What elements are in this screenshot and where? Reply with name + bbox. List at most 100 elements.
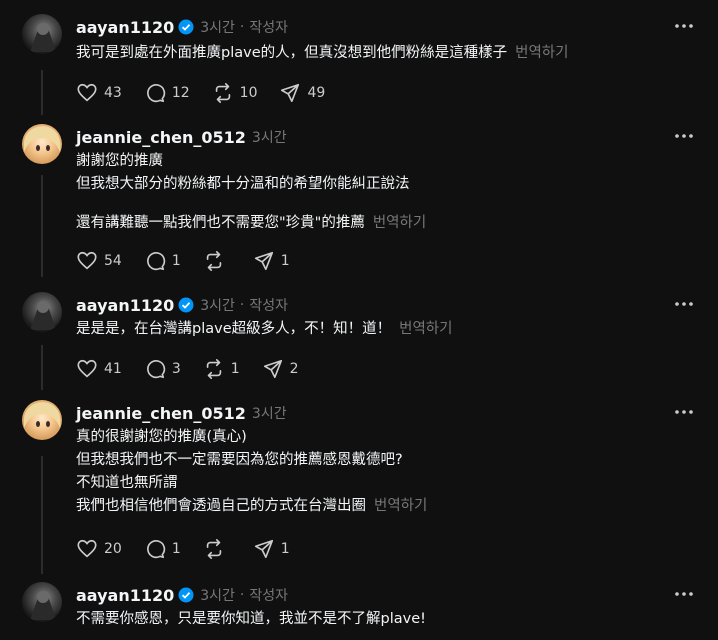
repost-icon [206,251,221,271]
comment-button[interactable]: 3 [144,358,181,380]
action-bar: 54 1 1 [76,250,312,272]
more-options-icon[interactable] [674,132,694,140]
author-badge: 작성자 [249,588,289,604]
post-time: 3시간 [251,130,287,146]
meta-separator: · [239,19,245,35]
send-icon [254,251,273,271]
share-count: 1 [280,253,290,269]
thread-line [41,70,43,115]
share-button[interactable]: 1 [253,250,290,272]
share-button[interactable]: 2 [262,358,299,380]
verified-badge-icon [178,19,194,35]
share-count: 1 [280,541,290,557]
heart-icon [77,83,97,102]
like-count: 43 [104,85,122,101]
comment-icon [146,360,165,379]
post-line: 我們也相信他們會透過自己的方式在台灣出圈 [76,498,366,514]
post-time: 3시간 [251,406,287,422]
meta-separator: · [239,297,245,313]
repost-button[interactable]: 10 [212,82,258,104]
post-text: 是是是，在台灣講plave超級多人，不！知！道！ 번역하기 [76,318,453,341]
post-time: 3시간 [200,20,235,36]
avatar[interactable] [22,400,62,440]
post-line: 但我想我們也不一定需要因為您的推薦感恩戴德吧? [76,452,403,468]
avatar[interactable] [22,14,62,54]
post-line: 是是是，在台灣講plave超級多人，不！知！道！ [76,321,392,337]
more-options-icon[interactable] [674,300,694,308]
like-button[interactable]: 20 [76,538,122,560]
comment-count: 3 [171,361,181,377]
comment-count: 1 [171,253,181,269]
repost-count: 10 [239,85,258,101]
avatar[interactable] [22,582,62,622]
action-bar: 43 12 10 49 [76,82,347,104]
username[interactable]: aayan1120 [76,296,174,315]
like-count: 41 [104,361,122,377]
like-count: 20 [104,541,122,557]
post-line: 但我想大部分的粉絲都十分溫和的希望你能糾正說法 [76,176,410,192]
repost-button[interactable]: 1 [203,358,240,380]
like-button[interactable]: 54 [76,250,122,272]
comment-count: 1 [171,541,181,557]
post-line: 謝謝您的推廣 [76,153,163,169]
translate-link[interactable]: 번역하기 [515,45,568,61]
like-count: 54 [104,253,122,269]
avatar[interactable] [22,124,62,164]
share-count: 2 [289,361,299,377]
heart-icon [77,251,97,270]
comment-button[interactable]: 1 [144,250,181,272]
repost-count: 1 [230,361,240,377]
author-badge: 작성자 [249,20,289,36]
like-button[interactable]: 43 [76,82,122,104]
post-line: 不需要你感恩，只是要你知道，我並不是不了解plave! [76,611,426,627]
post-text: 謝謝您的推廣 但我想大部分的粉絲都十分溫和的希望你能糾正說法 還有講難聽一點我們… [76,150,426,235]
post-text: 我可是到處在外面推廣plave的人，但真沒想到他們粉絲是這種樣子 번역하기 [76,42,569,65]
send-icon [281,83,300,103]
post-time: 3시간 [200,298,235,314]
send-icon [263,359,282,379]
comment-icon [146,84,165,103]
heart-icon [77,359,97,378]
thread-line [41,456,43,574]
thread-line [41,345,43,390]
verified-badge-icon [178,297,194,313]
post-text: 真的很謝謝您的推廣(真心) 但我想我們也不一定需要因為您的推薦感恩戴德吧? 不知… [76,426,427,518]
repost-icon [206,359,221,379]
more-options-icon[interactable] [674,590,694,598]
share-count: 49 [307,85,326,101]
repost-icon [215,83,230,103]
avatar[interactable] [22,292,62,332]
send-icon [254,539,273,559]
comment-icon [146,252,165,271]
username[interactable]: aayan1120 [76,18,174,37]
comment-button[interactable]: 1 [144,538,181,560]
verified-badge-icon [178,587,194,603]
translate-link[interactable]: 번역하기 [374,498,427,514]
username[interactable]: aayan1120 [76,586,174,605]
post-text: 不需要你感恩，只是要你知道，我並不是不了解plave! [76,608,426,631]
post-line: 還有講難聽一點我們也不需要您"珍貴"的推薦 [76,215,365,231]
comment-count: 12 [171,85,190,101]
author-badge: 작성자 [249,298,289,314]
post-time: 3시간 [200,588,235,604]
thread-line [41,175,43,277]
more-options-icon[interactable] [674,22,694,30]
action-bar: 41 3 1 2 [76,358,321,380]
like-button[interactable]: 41 [76,358,122,380]
comment-button[interactable]: 12 [144,82,190,104]
repost-icon [206,539,221,559]
post-line: 真的很謝謝您的推廣(真心) [76,429,247,445]
repost-button[interactable] [203,538,231,560]
share-button[interactable]: 49 [279,82,325,104]
comment-icon [146,540,165,559]
username[interactable]: jeannie_chen_0512 [76,128,246,147]
post-line: 我可是到處在外面推廣plave的人，但真沒想到他們粉絲是這種樣子 [76,45,508,61]
repost-button[interactable] [203,250,231,272]
more-options-icon[interactable] [674,408,694,416]
username[interactable]: jeannie_chen_0512 [76,404,246,423]
meta-separator: · [239,587,245,603]
translate-link[interactable]: 번역하기 [373,215,426,231]
share-button[interactable]: 1 [253,538,290,560]
post-line: 不知道也無所謂 [76,475,178,491]
translate-link[interactable]: 번역하기 [399,321,452,337]
